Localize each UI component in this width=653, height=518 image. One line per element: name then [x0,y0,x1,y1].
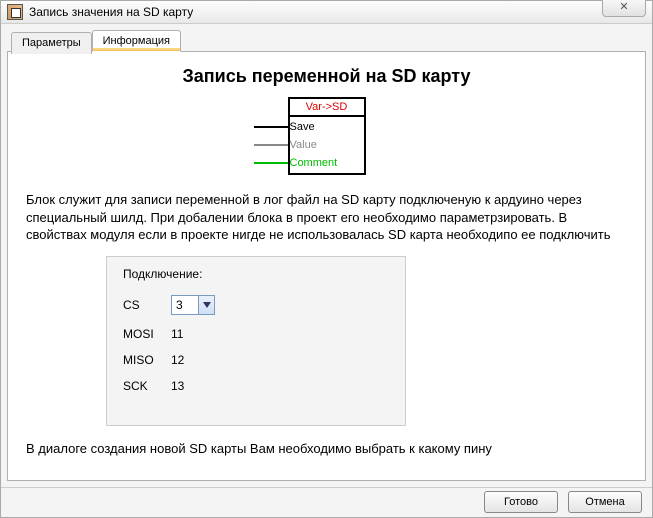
connection-panel: Подключение: CS 3 MOSI 11 MISO [106,256,406,426]
connection-title: Подключение: [123,267,389,281]
tab-parameters[interactable]: Параметры [11,32,92,54]
client-area: Параметры Информация Запись переменной н… [1,24,652,486]
miso-label: MISO [123,353,163,367]
tab-strip: Параметры Информация [7,30,646,52]
app-icon [7,4,23,20]
block-header: Var->SD [290,99,364,117]
dialog-footer: Готово Отмена [1,487,652,517]
ok-button[interactable]: Готово [484,491,558,513]
window-title: Запись значения на SD карту [29,5,193,19]
footer-paragraph: В диалоге создания новой SD карты Вам не… [26,440,627,458]
wire-icon [254,162,288,164]
block-diagram: Var->SD Save Value Comment [26,97,627,175]
close-icon: ✕ [619,1,628,13]
sck-label: SCK [123,379,163,393]
pin-value: Value [254,139,324,151]
connection-row-sck: SCK 13 [123,379,389,393]
cs-select[interactable]: 3 [171,295,215,315]
cancel-button[interactable]: Отмена [568,491,642,513]
tab-page-information: Запись переменной на SD карту Var->SD Sa… [7,51,646,480]
mosi-value: 11 [171,327,183,341]
mosi-label: MOSI [123,327,163,341]
wire-icon [254,126,288,128]
close-button[interactable]: ✕ [602,0,646,17]
cs-value: 3 [176,298,183,312]
titlebar: Запись значения на SD карту ✕ [1,1,652,24]
wire-icon [254,144,288,146]
function-block: Var->SD Save Value Comment [288,97,366,175]
chevron-down-icon [198,296,214,314]
pin-save: Save [254,121,324,133]
page-heading: Запись переменной на SD карту [26,66,627,87]
description-paragraph: Блок служит для записи переменной в лог … [26,191,627,244]
cs-label: CS [123,298,163,312]
connection-row-mosi: MOSI 11 [123,327,389,341]
miso-value: 12 [171,353,184,367]
sck-value: 13 [171,379,184,393]
pin-label: Comment [288,157,338,169]
pin-label: Value [288,139,317,151]
pin-comment: Comment [254,157,324,169]
connection-row-miso: MISO 12 [123,353,389,367]
connection-row-cs: CS 3 [123,295,389,315]
pin-label: Save [288,121,315,133]
tab-information[interactable]: Информация [92,30,181,52]
dialog-window: Запись значения на SD карту ✕ Параметры … [0,0,653,518]
